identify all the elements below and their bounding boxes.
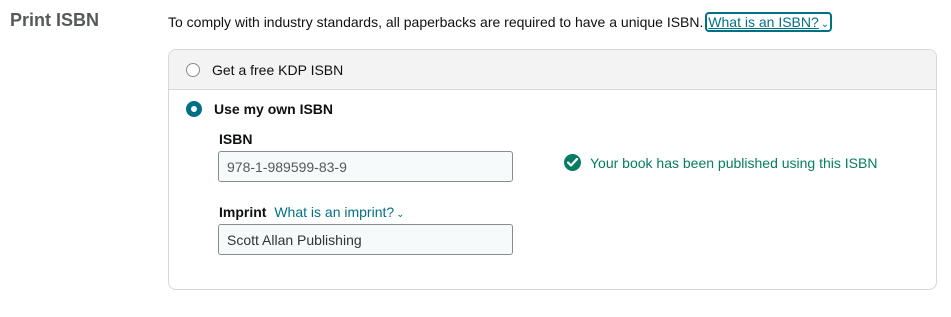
option-free-kdp-isbn[interactable]: Get a free KDP ISBN xyxy=(169,50,936,90)
section-title: Print ISBN xyxy=(10,10,100,30)
option-free-label: Get a free KDP ISBN xyxy=(212,61,344,78)
chevron-down-icon: ⌄ xyxy=(396,209,405,220)
what-is-imprint-link-label: What is an imprint? xyxy=(274,204,395,220)
option-own-isbn[interactable]: Use my own ISBN xyxy=(186,101,333,117)
option-own-label: Use my own ISBN xyxy=(214,101,334,117)
isbn-status-text: Your book has been published using this … xyxy=(590,154,878,171)
isbn-field-label: ISBN xyxy=(219,131,253,147)
imprint-input[interactable] xyxy=(218,224,513,255)
isbn-status: Your book has been published using this … xyxy=(564,154,877,171)
what-is-isbn-link-label: What is an ISBN? xyxy=(708,14,819,30)
what-is-isbn-link[interactable]: What is an ISBN? ⌄ xyxy=(705,12,833,32)
what-is-imprint-link[interactable]: What is an imprint? ⌄ xyxy=(274,204,404,220)
imprint-label: Imprint xyxy=(219,204,267,220)
intro-text: To comply with industry standards, all p… xyxy=(168,14,704,30)
radio-own-isbn[interactable] xyxy=(186,101,202,117)
isbn-options-card: Get a free KDP ISBN Use my own ISBN ISBN… xyxy=(168,49,937,290)
isbn-input[interactable] xyxy=(218,151,513,182)
check-circle-icon xyxy=(564,154,581,171)
imprint-field-label: Imprint What is an imprint? ⌄ xyxy=(219,204,405,220)
radio-free-kdp-isbn[interactable] xyxy=(186,62,200,77)
chevron-down-icon: ⌄ xyxy=(820,19,830,30)
isbn-intro: To comply with industry standards, all p… xyxy=(168,12,833,32)
